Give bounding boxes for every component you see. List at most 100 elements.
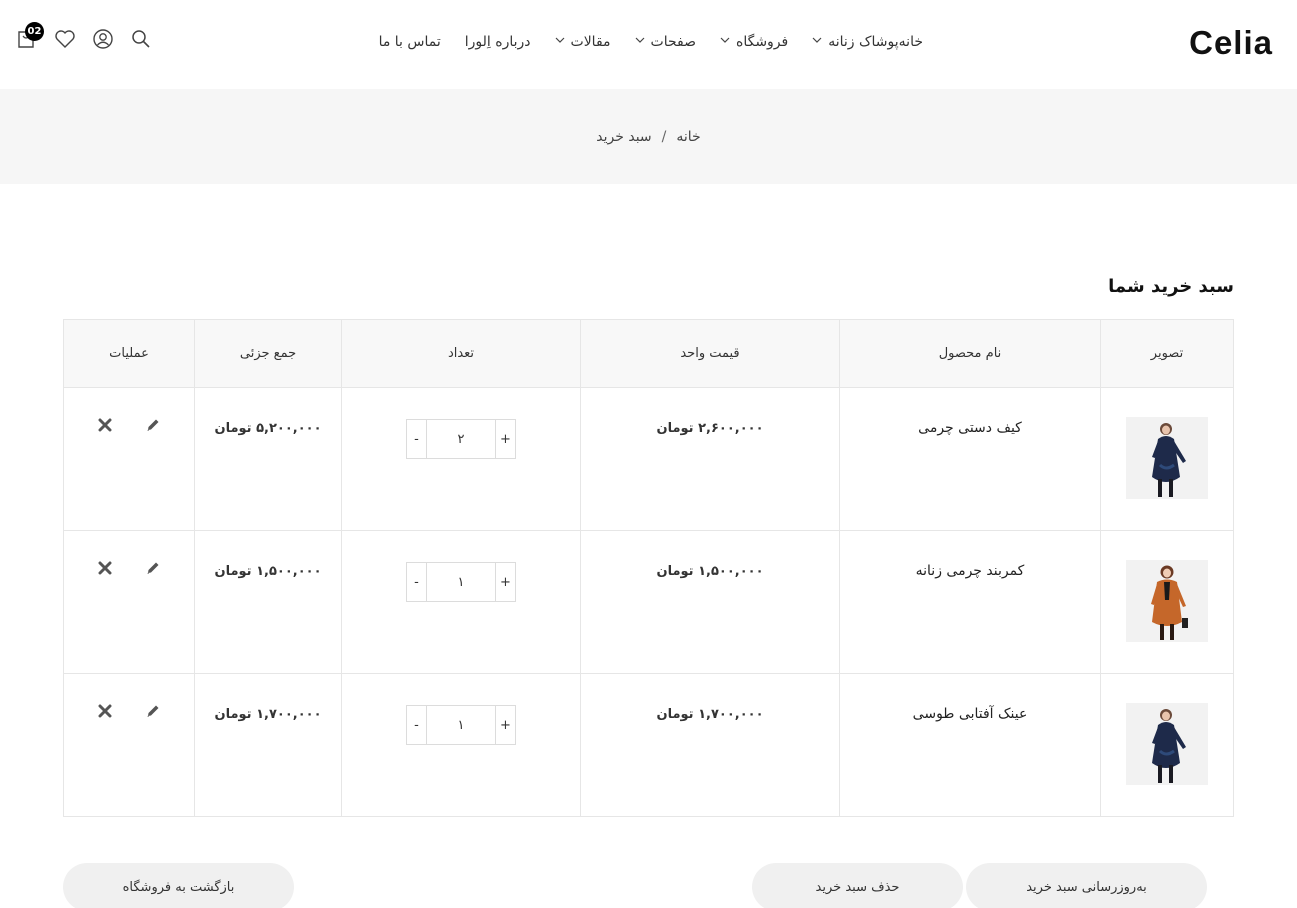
site-header: Celia خانه پوشاک زنانه فروشگاه صفحات مقا… <box>0 0 1297 89</box>
product-name-cell: عینک آفتابی طوسی <box>839 673 1101 817</box>
product-name-cell: کمربند چرمی زنانه <box>839 530 1101 674</box>
chevron-down-icon <box>555 36 565 46</box>
increment-button[interactable]: + <box>496 420 515 458</box>
decrement-button[interactable]: - <box>407 420 426 458</box>
unit-price-cell: ۱,۷۰۰,۰۰۰ تومان <box>580 673 840 817</box>
close-icon <box>98 704 112 718</box>
nav-item-contact[interactable]: تماس با ما <box>379 34 441 50</box>
edit-button[interactable] <box>144 559 162 577</box>
table-header-row: تصویر نام محصول قیمت واحد تعداد جمع جزئی… <box>63 319 1234 388</box>
decrement-button[interactable]: - <box>407 563 426 601</box>
nav-item-pages[interactable]: صفحات <box>635 34 696 50</box>
chevron-down-icon <box>720 36 730 46</box>
quantity-input[interactable]: ۱ <box>426 563 496 601</box>
increment-button[interactable]: + <box>496 706 515 744</box>
table-row: عینک آفتابی طوسی ۱,۷۰۰,۰۰۰ تومان - ۱ + ۱… <box>63 673 1234 817</box>
subtotal: ۱,۵۰۰,۰۰۰ تومان <box>214 564 322 579</box>
user-icon <box>92 28 114 54</box>
actions-cell <box>63 673 195 817</box>
unit-price-cell: ۲,۶۰۰,۰۰۰ تومان <box>580 387 840 531</box>
subtotal-cell: ۵,۲۰۰,۰۰۰ تومان <box>194 387 342 531</box>
breadcrumb-bar: خانه / سبد خرید <box>0 89 1297 184</box>
clear-cart-button[interactable]: حذف سبد خرید <box>752 863 963 908</box>
unit-price-cell: ۱,۵۰۰,۰۰۰ تومان <box>580 530 840 674</box>
remove-button[interactable] <box>96 702 114 720</box>
product-thumbnail[interactable] <box>1126 560 1208 642</box>
wishlist-button[interactable] <box>54 30 76 52</box>
quantity-cell: - ۲ + <box>341 387 581 531</box>
nav-item-home[interactable]: خانه <box>899 34 923 50</box>
product-image <box>1126 560 1208 642</box>
row-actions <box>64 559 194 577</box>
header-actions: عملیات <box>63 319 195 388</box>
pencil-icon <box>147 562 159 574</box>
quantity-stepper: - ۱ + <box>406 705 516 745</box>
back-to-shop-button[interactable]: بازگشت به فروشگاه <box>63 863 294 908</box>
product-image-cell <box>1100 673 1234 817</box>
unit-price: ۱,۵۰۰,۰۰۰ تومان <box>656 564 764 579</box>
subtotal-cell: ۱,۵۰۰,۰۰۰ تومان <box>194 530 342 674</box>
cart-button[interactable]: 02 <box>16 22 44 52</box>
chevron-down-icon <box>812 36 822 46</box>
actions-cell <box>63 387 195 531</box>
header-subtotal: جمع جزئی <box>194 319 342 388</box>
nav-label: مقالات <box>570 34 611 50</box>
nav-label: فروشگاه <box>735 34 789 50</box>
nav-item-womens-clothing[interactable]: پوشاک زنانه <box>812 34 899 50</box>
product-name[interactable]: عینک آفتابی طوسی <box>913 706 1028 722</box>
product-name[interactable]: کمربند چرمی زنانه <box>916 563 1025 579</box>
nav-item-shop[interactable]: فروشگاه <box>720 34 788 50</box>
pencil-icon <box>147 419 159 431</box>
edit-button[interactable] <box>144 416 162 434</box>
breadcrumb-separator: / <box>661 128 667 145</box>
header-icons: 02 <box>16 22 152 54</box>
close-icon <box>98 561 112 575</box>
quantity-cell: - ۱ + <box>341 673 581 817</box>
close-icon <box>98 418 112 432</box>
nav-item-about[interactable]: درباره اِلورا <box>465 34 531 50</box>
nav-label: پوشاک زنانه <box>828 34 899 50</box>
header-unit-price: قیمت واحد <box>580 319 840 388</box>
increment-button[interactable]: + <box>496 563 515 601</box>
decrement-button[interactable]: - <box>407 706 426 744</box>
nav-label: صفحات <box>650 34 696 50</box>
update-cart-button[interactable]: به‌روزرسانی سبد خرید <box>966 863 1207 908</box>
quantity-cell: - ۱ + <box>341 530 581 674</box>
product-name[interactable]: کیف دستی چرمی <box>918 420 1022 436</box>
table-row: کمربند چرمی زنانه ۱,۵۰۰,۰۰۰ تومان - ۱ + … <box>63 530 1234 674</box>
page-title: سبد خرید شما <box>1108 276 1234 297</box>
unit-price: ۱,۷۰۰,۰۰۰ تومان <box>656 707 764 722</box>
breadcrumb: خانه / سبد خرید <box>596 129 700 145</box>
subtotal: ۵,۲۰۰,۰۰۰ تومان <box>214 421 322 436</box>
product-name-cell: کیف دستی چرمی <box>839 387 1101 531</box>
heart-icon <box>54 29 76 53</box>
main-nav: خانه پوشاک زنانه فروشگاه صفحات مقالات در… <box>355 0 923 84</box>
table-row: کیف دستی چرمی ۲,۶۰۰,۰۰۰ تومان - ۲ + ۵,۲۰… <box>63 387 1234 531</box>
pencil-icon <box>147 705 159 717</box>
search-button[interactable] <box>130 30 152 52</box>
nav-label: تماس با ما <box>378 34 441 50</box>
remove-button[interactable] <box>96 416 114 434</box>
remove-button[interactable] <box>96 559 114 577</box>
breadcrumb-home[interactable]: خانه <box>676 129 700 145</box>
quantity-stepper: - ۲ + <box>406 419 516 459</box>
quantity-input[interactable]: ۱ <box>426 706 496 744</box>
chevron-down-icon <box>635 36 645 46</box>
unit-price: ۲,۶۰۰,۰۰۰ تومان <box>656 421 764 436</box>
product-thumbnail[interactable] <box>1126 417 1208 499</box>
product-image <box>1126 703 1208 785</box>
product-image <box>1126 417 1208 499</box>
logo[interactable]: Celia <box>1189 24 1273 62</box>
nav-label: درباره اِلورا <box>464 34 531 50</box>
quantity-input[interactable]: ۲ <box>426 420 496 458</box>
cart-table: تصویر نام محصول قیمت واحد تعداد جمع جزئی… <box>63 319 1234 817</box>
actions-cell <box>63 530 195 674</box>
nav-item-articles[interactable]: مقالات <box>555 34 611 50</box>
product-thumbnail[interactable] <box>1126 703 1208 785</box>
nav-label: خانه <box>898 34 923 50</box>
row-actions <box>64 702 194 720</box>
edit-button[interactable] <box>144 702 162 720</box>
account-button[interactable] <box>92 28 114 54</box>
product-image-cell <box>1100 530 1234 674</box>
product-image-cell <box>1100 387 1234 531</box>
